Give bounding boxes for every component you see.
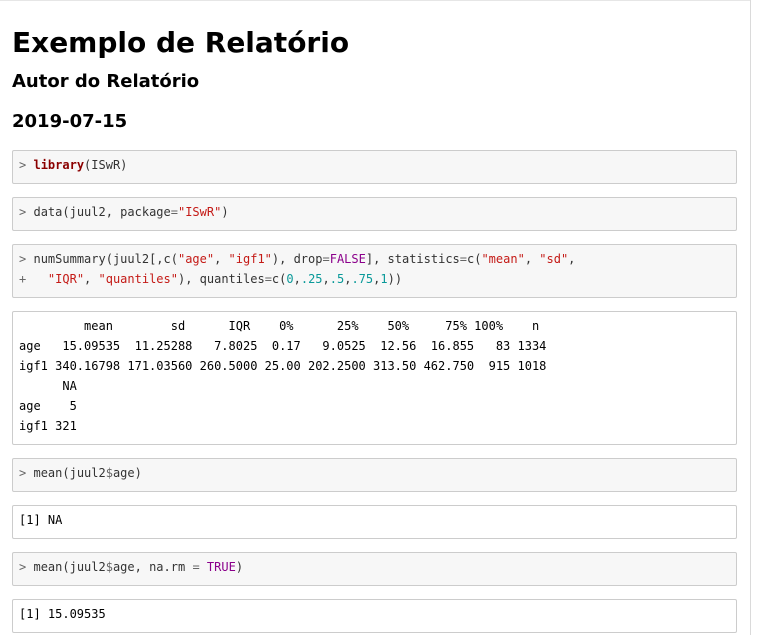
- code-chunk-data: > data(juul2, package="ISwR"): [12, 197, 737, 231]
- code-number: .5: [329, 272, 345, 286]
- output-line: age 5: [19, 399, 77, 413]
- code-string: "age": [177, 252, 215, 266]
- output-line: mean sd IQR 0% 25% 50% 75% 100% n: [19, 319, 540, 333]
- console-prompt: >: [19, 205, 27, 219]
- code-text: ,: [568, 252, 576, 266]
- code-operator: =: [322, 252, 330, 266]
- code-string: "mean": [481, 252, 525, 266]
- code-text: ): [235, 560, 244, 574]
- code-text: ,: [84, 272, 99, 286]
- continuation-prompt: +: [19, 272, 27, 286]
- code-operator: =: [170, 205, 178, 219]
- code-number: .25: [300, 272, 323, 286]
- code-constant: TRUE: [206, 560, 236, 574]
- output-line: NA: [19, 379, 77, 393]
- report-date: 2019-07-15: [12, 111, 128, 132]
- report-title: Exemplo de Relatório: [12, 26, 350, 59]
- code-text: data(juul2, package: [33, 205, 171, 219]
- code-number: 1: [380, 272, 388, 286]
- code-text: ,: [322, 272, 330, 286]
- scrollbar[interactable]: [750, 0, 760, 635]
- code-text: ,: [214, 252, 229, 266]
- code-text: mean(juul2: [33, 466, 106, 480]
- console-prompt: >: [19, 158, 27, 172]
- code-string: "quantiles": [98, 272, 178, 286]
- console-prompt: >: [19, 252, 27, 266]
- code-string: "IQR": [47, 272, 85, 286]
- code-operator: $: [105, 466, 113, 480]
- code-text: c(: [467, 252, 482, 266]
- output-chunk-numsummary: mean sd IQR 0% 25% 50% 75% 100% n age 15.…: [12, 311, 737, 445]
- code-string: "igf1": [228, 252, 272, 266]
- code-text: age): [112, 466, 142, 480]
- code-operator: =: [264, 272, 272, 286]
- code-text: ), quantiles: [177, 272, 265, 286]
- code-text: ], statistics: [365, 252, 460, 266]
- code-operator: $: [105, 560, 113, 574]
- code-text: ,: [293, 272, 301, 286]
- report-author: Autor do Relatório: [12, 71, 200, 92]
- output-line: [1] NA: [19, 513, 63, 527]
- code-text: ,: [524, 252, 540, 266]
- code-text: numSummary(juul2[,c(: [33, 252, 178, 266]
- output-chunk-mean-narm: [1] 15.09535: [12, 599, 737, 633]
- output-line: igf1 321: [19, 419, 77, 433]
- code-args: (ISwR): [84, 158, 128, 172]
- code-text: c(: [271, 272, 287, 286]
- code-operator: =: [192, 560, 200, 574]
- code-constant: FALSE: [329, 252, 366, 266]
- code-chunk-mean: > mean(juul2$age): [12, 458, 737, 492]
- console-prompt: >: [19, 466, 27, 480]
- output-chunk-mean: [1] NA: [12, 505, 737, 539]
- code-text: )): [387, 272, 403, 286]
- report-page: Exemplo de Relatório Autor do Relatório …: [0, 0, 750, 636]
- code-operator: =: [459, 252, 467, 266]
- console-prompt: >: [19, 560, 27, 574]
- code-chunk-numsummary: > numSummary(juul2[,c("age", "igf1"), dr…: [12, 244, 737, 298]
- output-line: igf1 340.16798 171.03560 260.5000 25.00 …: [19, 359, 547, 373]
- output-line: age 15.09535 11.25288 7.8025 0.17 9.0525…: [19, 339, 547, 353]
- code-text: ): [221, 205, 229, 219]
- code-text: ), drop: [271, 252, 323, 266]
- code-string: "sd": [539, 252, 569, 266]
- code-string: "ISwR": [177, 205, 222, 219]
- output-line: [1] 15.09535: [19, 607, 106, 621]
- code-chunk-mean-narm: > mean(juul2$age, na.rm = TRUE): [12, 552, 737, 586]
- code-number: 0: [286, 272, 294, 286]
- code-text: mean(juul2: [33, 560, 106, 574]
- function-library: library: [33, 158, 85, 172]
- code-chunk-library: > library(ISwR): [12, 150, 737, 184]
- code-text: age, na.rm: [112, 560, 193, 574]
- code-number: .75: [351, 272, 374, 286]
